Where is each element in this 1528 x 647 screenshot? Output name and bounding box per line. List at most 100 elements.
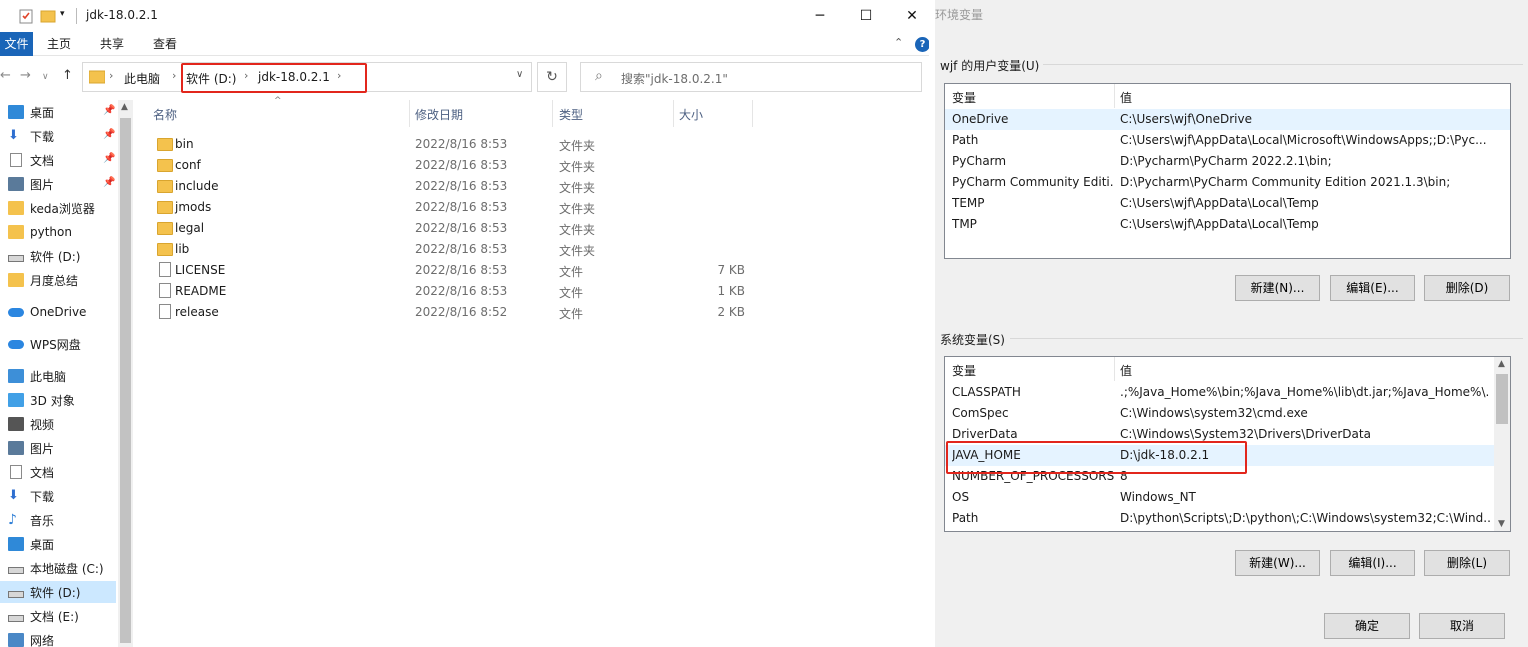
column-header-date[interactable]: 修改日期: [415, 103, 463, 127]
scroll-down-icon[interactable]: ▼: [1498, 519, 1505, 529]
system-vars-scrollbar[interactable]: ▲ ▼: [1494, 357, 1510, 531]
maximize-button[interactable]: ☐: [843, 0, 889, 32]
file-row[interactable]: bin 2022/8/16 8:53 文件夹: [148, 134, 758, 155]
sidebar-item[interactable]: 文档 📌: [0, 149, 116, 171]
folder-icon: [8, 225, 24, 239]
column-divider[interactable]: [752, 100, 753, 127]
sidebar-item[interactable]: 此电脑: [0, 365, 116, 387]
system-delete-button[interactable]: 删除(L): [1424, 550, 1510, 576]
sidebar-item[interactable]: 桌面: [0, 533, 116, 555]
variable-row[interactable]: OS Windows_NT: [945, 487, 1494, 508]
breadcrumb-this-pc[interactable]: 此电脑: [124, 70, 160, 87]
variable-row[interactable]: ComSpec C:\Windows\system32\cmd.exe: [945, 403, 1494, 424]
document-icon: [10, 465, 22, 479]
file-row[interactable]: release 2022/8/16 8:52 文件 2 KB: [148, 302, 758, 323]
navigation-pane-scrollbar[interactable]: ▲: [118, 100, 133, 647]
column-divider[interactable]: [1114, 357, 1115, 381]
sidebar-item[interactable]: 网络: [0, 629, 116, 647]
file-row[interactable]: include 2022/8/16 8:53 文件夹: [148, 176, 758, 197]
column-header-value[interactable]: 值: [1120, 362, 1132, 379]
file-row[interactable]: LICENSE 2022/8/16 8:53 文件 7 KB: [148, 260, 758, 281]
variable-row[interactable]: TMP C:\Users\wjf\AppData\Local\Temp: [945, 214, 1510, 235]
column-divider[interactable]: [552, 100, 553, 127]
system-new-button[interactable]: 新建(W)...: [1235, 550, 1320, 576]
scrollbar-thumb[interactable]: [1496, 374, 1508, 424]
sidebar-item[interactable]: 文档 (E:): [0, 605, 116, 627]
column-header-variable[interactable]: 变量: [952, 362, 976, 379]
sidebar-item[interactable]: OneDrive: [0, 301, 116, 323]
column-divider[interactable]: [1114, 84, 1115, 108]
tab-file[interactable]: 文件: [0, 32, 33, 56]
column-header-variable[interactable]: 变量: [952, 89, 976, 106]
file-row[interactable]: README 2022/8/16 8:53 文件 1 KB: [148, 281, 758, 302]
variable-value: .;%Java_Home%\bin;%Java_Home%\lib\dt.jar…: [1120, 385, 1490, 399]
variable-row[interactable]: Path C:\Users\wjf\AppData\Local\Microsoft…: [945, 130, 1510, 151]
download-icon: ⬇: [8, 128, 19, 143]
sidebar-item[interactable]: 软件 (D:): [0, 245, 116, 267]
column-header-name[interactable]: 名称: [153, 103, 177, 127]
system-edit-button[interactable]: 编辑(I)...: [1330, 550, 1415, 576]
sidebar-item[interactable]: 视频: [0, 413, 116, 435]
user-delete-button[interactable]: 删除(D): [1424, 275, 1510, 301]
variable-row[interactable]: TEMP C:\Users\wjf\AppData\Local\Temp: [945, 193, 1510, 214]
variable-name: PyCharm: [952, 154, 1007, 168]
user-edit-button[interactable]: 编辑(E)...: [1330, 275, 1415, 301]
tab-home[interactable]: 主页: [44, 32, 74, 56]
sidebar-item[interactable]: ⬇ 下载 📌: [0, 125, 116, 147]
file-row[interactable]: conf 2022/8/16 8:53 文件夹: [148, 155, 758, 176]
variable-value: D:\python\Scripts\;D:\python\;C:\Windows…: [1120, 511, 1490, 525]
sidebar-item[interactable]: 月度总结: [0, 269, 116, 291]
sidebar-item[interactable]: 本地磁盘 (C:): [0, 557, 116, 579]
column-header-size[interactable]: 大小: [679, 103, 703, 127]
sidebar-item[interactable]: keda浏览器: [0, 197, 116, 219]
ok-button[interactable]: 确定: [1324, 613, 1410, 639]
scroll-up-icon[interactable]: ▲: [1498, 359, 1505, 369]
sidebar-item[interactable]: 图片 📌: [0, 173, 116, 195]
file-row[interactable]: lib 2022/8/16 8:53 文件夹: [148, 239, 758, 260]
chevron-down-icon[interactable]: ∨: [516, 69, 523, 80]
variable-row[interactable]: CLASSPATH .;%Java_Home%\bin;%Java_Home%\l…: [945, 382, 1494, 403]
up-icon[interactable]: ↑: [62, 68, 73, 83]
variable-row[interactable]: PyCharm D:\Pycharm\PyCharm 2022.2.1\bin;: [945, 151, 1510, 172]
sidebar-item[interactable]: ♪ 音乐: [0, 509, 116, 531]
search-input[interactable]: ⌕ 搜索"jdk-18.0.2.1": [580, 62, 922, 92]
sidebar-item[interactable]: python: [0, 221, 116, 243]
variable-row[interactable]: OneDrive C:\Users\wjf\OneDrive: [945, 109, 1510, 130]
properties-icon[interactable]: [18, 8, 34, 24]
file-type: 文件夹: [559, 139, 596, 153]
cancel-button[interactable]: 取消: [1419, 613, 1505, 639]
tab-view[interactable]: 查看: [150, 32, 180, 56]
desktop-icon: [8, 105, 24, 119]
column-divider[interactable]: [673, 100, 674, 127]
minimize-button[interactable]: ─: [797, 0, 843, 32]
scrollbar-thumb[interactable]: [120, 118, 131, 643]
file-row[interactable]: jmods 2022/8/16 8:53 文件夹: [148, 197, 758, 218]
help-icon[interactable]: ?: [915, 37, 930, 52]
customize-toolbar-icon[interactable]: ▾: [60, 9, 65, 19]
file-row[interactable]: legal 2022/8/16 8:53 文件夹: [148, 218, 758, 239]
sidebar-item[interactable]: ⬇ 下载: [0, 485, 116, 507]
forward-icon[interactable]: →: [20, 68, 31, 83]
sidebar-item[interactable]: WPS网盘: [0, 333, 116, 355]
scroll-up-icon[interactable]: ▲: [121, 102, 128, 112]
file-icon: [159, 283, 171, 298]
user-new-button[interactable]: 新建(N)...: [1235, 275, 1320, 301]
recent-locations-icon[interactable]: ∨: [42, 72, 49, 82]
user-vars-list[interactable]: 变量 值 OneDrive C:\Users\wjf\OneDrive Path C:…: [944, 83, 1511, 259]
folder-icon: [157, 180, 173, 193]
variable-row[interactable]: PyCharm Community Editi... D:\Pycharm\PyC…: [945, 172, 1510, 193]
tab-share[interactable]: 共享: [97, 32, 127, 56]
sidebar-item[interactable]: 3D 对象: [0, 389, 116, 411]
variable-row[interactable]: Path D:\python\Scripts\;D:\python\;C:\Win…: [945, 508, 1494, 529]
new-folder-icon[interactable]: [40, 8, 56, 24]
column-divider[interactable]: [409, 100, 410, 127]
refresh-button[interactable]: ↻: [537, 62, 567, 92]
back-icon[interactable]: ←: [0, 68, 11, 83]
sidebar-item[interactable]: 图片: [0, 437, 116, 459]
sidebar-item[interactable]: 桌面 📌: [0, 101, 116, 123]
column-header-value[interactable]: 值: [1120, 89, 1132, 106]
column-header-type[interactable]: 类型: [559, 103, 583, 127]
sidebar-item[interactable]: 软件 (D:): [0, 581, 116, 603]
sidebar-item[interactable]: 文档: [0, 461, 116, 483]
chevron-up-icon[interactable]: ⌃: [894, 36, 903, 49]
